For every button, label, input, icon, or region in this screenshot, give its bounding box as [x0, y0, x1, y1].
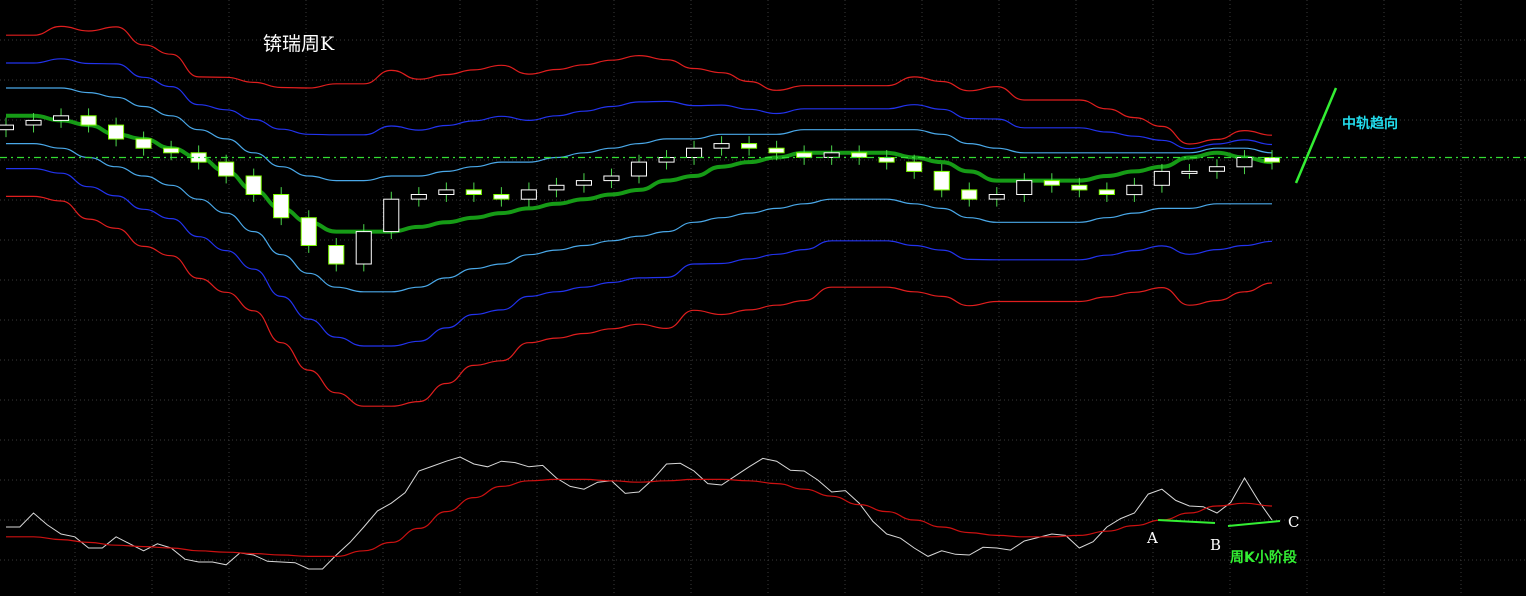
candle-body — [1208, 166, 1226, 172]
candle-body — [328, 245, 345, 265]
candle-body — [53, 115, 70, 121]
candle-body — [1181, 170, 1198, 174]
candle-body — [135, 138, 152, 149]
candle-body — [300, 217, 317, 246]
stage-bc-line — [1227, 520, 1281, 527]
candle-body — [1016, 180, 1033, 196]
candle-body — [493, 194, 510, 200]
candle-body — [961, 189, 978, 200]
chart-grid — [0, 0, 1526, 596]
oscillator-signal-line — [6, 478, 1273, 558]
candle-body — [658, 157, 675, 163]
bollinger-bands — [5, 25, 1273, 407]
candle-body — [80, 115, 97, 126]
candle-body — [878, 157, 895, 163]
candle-body — [686, 147, 703, 158]
outer-band-upper-line — [5, 25, 1273, 145]
candle-body — [520, 189, 537, 200]
candle-body — [245, 175, 262, 195]
candle-body — [0, 124, 15, 131]
candle-body — [796, 152, 813, 158]
candle-body — [1098, 189, 1115, 195]
candle-body — [906, 161, 923, 172]
trend-arrow-line — [1294, 87, 1338, 184]
middle-trend-label: 中轨趋向 — [1342, 115, 1398, 132]
candle-body — [438, 189, 455, 195]
candle-body — [410, 194, 427, 200]
candle-body — [218, 161, 235, 177]
annotations — [1157, 87, 1338, 527]
point-a-label: A — [1146, 529, 1158, 547]
mid-band-upper-line — [6, 58, 1273, 150]
candle-body — [630, 161, 648, 177]
stock-chart: 锛瑞周K 中轨趋向 A B C 周K小阶段 — [0, 0, 1526, 596]
oscillator-line — [6, 456, 1273, 570]
candle-body — [823, 152, 840, 158]
candle-body — [108, 124, 125, 140]
candle-body — [1263, 157, 1281, 163]
candle-body — [355, 231, 372, 265]
candle-body — [713, 143, 730, 149]
candle-body — [1043, 180, 1060, 186]
candle-body — [1153, 170, 1170, 186]
candle-body — [465, 189, 482, 195]
candle-body — [1126, 184, 1143, 196]
stage-label: 周K小阶段 — [1230, 549, 1297, 566]
point-b-label: B — [1210, 536, 1221, 554]
candle-body — [548, 184, 565, 191]
candle-body — [741, 143, 758, 149]
candle-body — [851, 152, 868, 158]
stage-ab-line — [1157, 519, 1216, 524]
candle-body — [383, 198, 400, 233]
chart-title: 锛瑞周K — [263, 33, 335, 55]
candle-body — [25, 119, 42, 126]
candle-body — [1071, 184, 1088, 191]
candle-body — [933, 170, 950, 191]
candle-body — [575, 180, 593, 186]
candle-body — [273, 194, 290, 219]
outer-band-lower-line — [6, 195, 1273, 407]
oscillator-panel — [6, 456, 1273, 570]
candle-body — [768, 147, 785, 154]
candle-body — [163, 147, 180, 154]
point-c-label: C — [1288, 513, 1299, 531]
mid-band-lower-line — [6, 167, 1273, 347]
candle-body — [1236, 157, 1253, 168]
candle-body — [988, 194, 1005, 200]
candle-body — [603, 175, 620, 182]
